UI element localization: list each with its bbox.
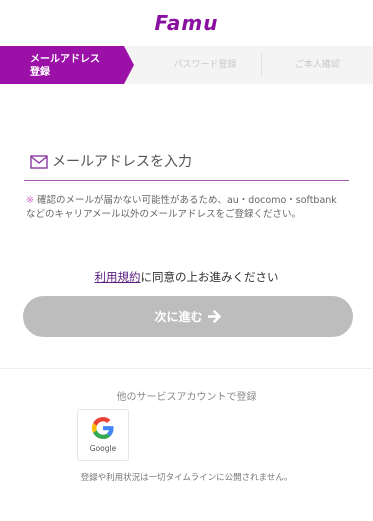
google-icon	[92, 417, 114, 439]
section-divider	[0, 368, 373, 369]
note-asterisk: ※	[26, 195, 34, 206]
envelope-icon	[24, 143, 52, 181]
terms-agreement: 利用規約に同意の上お進みください	[0, 269, 373, 285]
terms-agreement-text: に同意の上お進みください	[140, 270, 279, 284]
next-button[interactable]: 次に進む	[23, 296, 353, 337]
header: Famu	[0, 0, 373, 46]
step-email-label-line1: メールアドレス	[30, 54, 100, 65]
step-email-label-line2: 登録	[30, 67, 50, 78]
terms-of-use-link[interactable]: 利用規約	[95, 270, 141, 284]
arrow-right-icon	[207, 310, 221, 323]
google-label: Google	[89, 444, 117, 453]
famu-logo[interactable]: Famu	[155, 11, 219, 35]
other-services-label: 他のサービスアカウントで登録	[116, 392, 257, 403]
step-password-registration: パスワード登録	[173, 60, 237, 70]
google-signup-button[interactable]: Google	[77, 409, 129, 461]
progress-steps: メールアドレス 登録 パスワード登録 ご本人確認	[0, 46, 373, 84]
step-arrow	[124, 46, 134, 84]
step-email-registration: メールアドレス 登録	[0, 46, 124, 84]
email-input[interactable]	[52, 153, 342, 170]
email-field-wrapper	[24, 143, 349, 181]
note-text: 確認のメールが届かない可能性があるため、au・docomo・softbankなど…	[26, 195, 337, 220]
next-button-label: 次に進む	[154, 310, 203, 324]
step-identity-verification: ご本人確認	[294, 60, 340, 70]
privacy-note: 登録や利用状況は一切タイムラインに公開されません。	[80, 473, 293, 483]
carrier-mail-note: ※ 確認のメールが届かない可能性があるため、au・docomo・softbankな…	[26, 194, 346, 222]
